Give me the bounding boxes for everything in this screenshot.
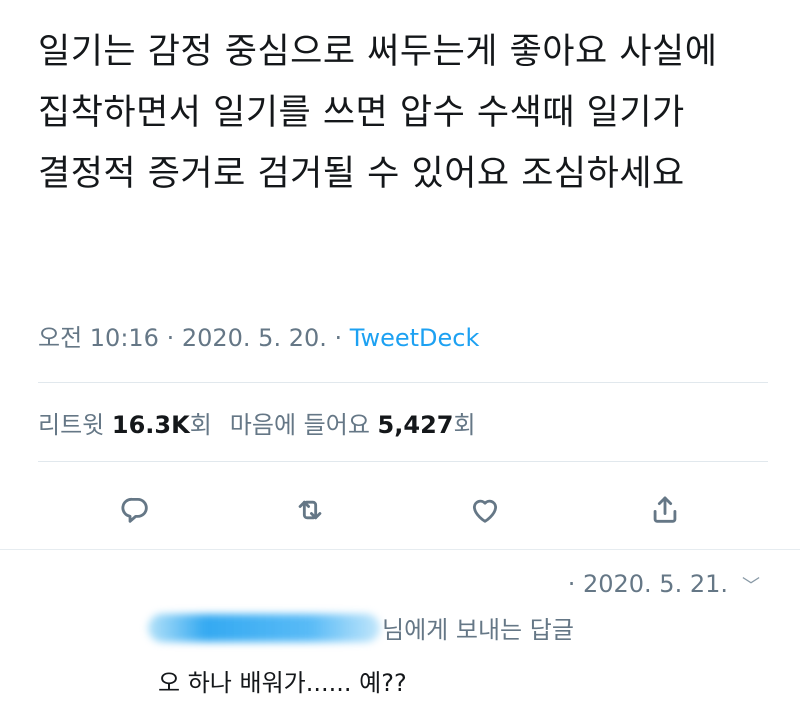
replying-to-label: 님에게 보내는 답글 bbox=[382, 616, 574, 644]
divider bbox=[38, 461, 768, 462]
likes-unit: 회 bbox=[453, 411, 476, 439]
retweets-stat[interactable]: 리트윗 16.3K회 bbox=[38, 411, 212, 439]
retweets-label: 리트윗 bbox=[38, 411, 105, 439]
chevron-down-icon[interactable]: ﹀ bbox=[742, 572, 760, 598]
like-button[interactable] bbox=[465, 490, 505, 530]
retweets-count: 16.3K bbox=[111, 411, 190, 439]
reply-icon bbox=[121, 497, 148, 523]
tweet-time: 오전 10:16 bbox=[38, 324, 159, 352]
likes-label: 마음에 들어요 bbox=[229, 411, 370, 439]
tweet-stats: 리트윗 16.3K회 마음에 들어요 5,427회 bbox=[38, 405, 476, 440]
likes-stat[interactable]: 마음에 들어요 5,427회 bbox=[230, 411, 476, 439]
reply-button[interactable] bbox=[115, 490, 155, 530]
meta-separator: · bbox=[326, 324, 350, 352]
tweet-text: 일기는 감정 중심으로 써두는게 좋아요 사실에 집착하면서 일기를 쓰면 압수… bbox=[38, 32, 718, 194]
tweet-source-link[interactable]: TweetDeck bbox=[350, 324, 480, 352]
reply-date: · 2020. 5. 21. ﹀ bbox=[568, 570, 760, 598]
meta-separator: · bbox=[158, 324, 182, 352]
redacted-username bbox=[148, 614, 380, 642]
divider bbox=[38, 382, 768, 383]
retweets-unit: 회 bbox=[189, 411, 212, 439]
tweet-date[interactable]: 2020. 5. 20. bbox=[182, 324, 327, 352]
share-icon bbox=[653, 496, 677, 523]
retweet-button[interactable] bbox=[290, 490, 330, 530]
section-divider bbox=[0, 549, 800, 550]
tweet-actions bbox=[0, 490, 800, 534]
likes-count: 5,427 bbox=[377, 411, 454, 439]
retweet-icon bbox=[298, 500, 322, 520]
share-button[interactable] bbox=[645, 490, 685, 530]
reply-text: 오 하나 배워가...... 예?? bbox=[158, 669, 407, 697]
reply-date-text[interactable]: · 2020. 5. 21. bbox=[568, 570, 728, 598]
heart-icon bbox=[472, 499, 498, 523]
tweet-meta: 오전 10:16 · 2020. 5. 20. · TweetDeck bbox=[38, 318, 479, 353]
